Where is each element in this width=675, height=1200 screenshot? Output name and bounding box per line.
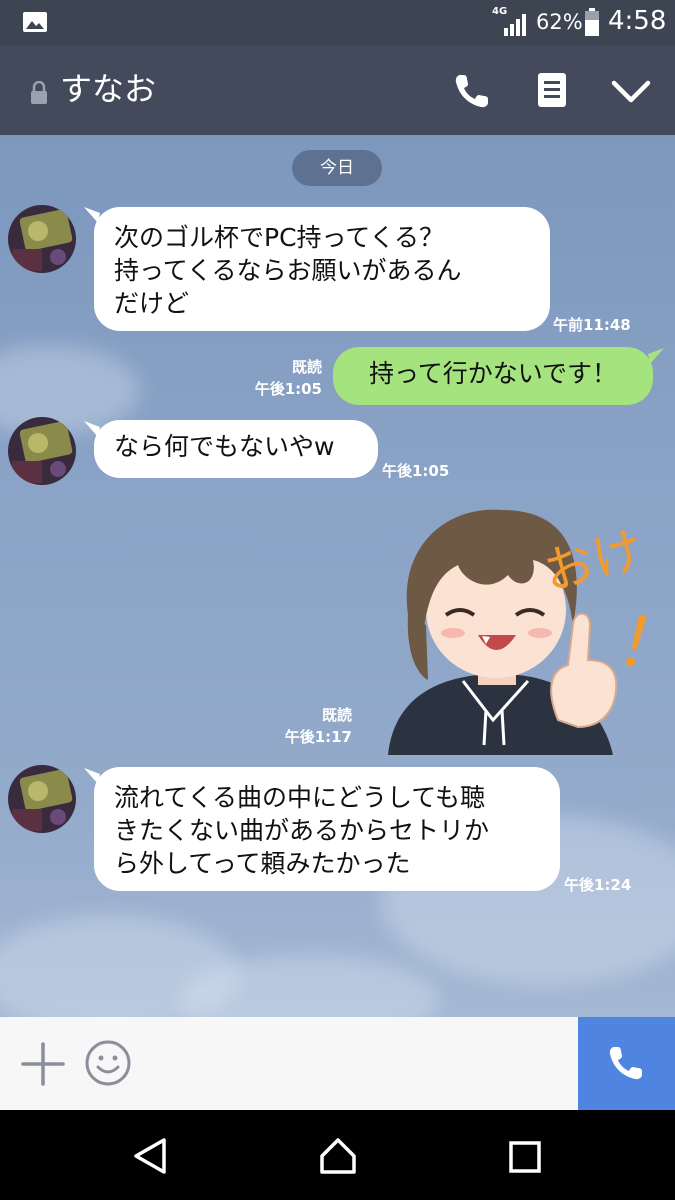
message-time: 午後1:05 bbox=[382, 462, 450, 480]
message-time: 午後1:24 bbox=[564, 876, 632, 894]
message-input-bar bbox=[0, 1017, 675, 1110]
avatar-image bbox=[8, 765, 76, 833]
avatar-image bbox=[8, 417, 76, 485]
message-time: 午後1:05 bbox=[254, 380, 322, 398]
call-button[interactable] bbox=[578, 1017, 675, 1110]
notes-icon[interactable] bbox=[535, 71, 569, 109]
call-icon[interactable] bbox=[452, 71, 492, 111]
recents-icon[interactable] bbox=[508, 1140, 542, 1174]
back-icon[interactable] bbox=[132, 1137, 168, 1175]
avatar-image bbox=[8, 205, 76, 273]
message-read-status: 既読 bbox=[291, 358, 322, 376]
message-bubble-incoming[interactable]: なら何でもないやw bbox=[94, 420, 378, 478]
sticker-thumbs-up-boy[interactable]: おけ ！ bbox=[368, 505, 658, 755]
signal-icon bbox=[504, 14, 526, 36]
clock: 4:58 bbox=[608, 6, 667, 36]
image-notification-icon bbox=[23, 12, 47, 32]
system-nav-bar bbox=[0, 1110, 675, 1200]
chat-area[interactable]: 今日 次のゴル杯でPC持ってくる？ 持ってくるならお願いがあるん だけど 午前1… bbox=[0, 135, 675, 1017]
battery-icon bbox=[585, 8, 599, 36]
message-bubble-incoming[interactable]: 次のゴル杯でPC持ってくる？ 持ってくるならお願いがあるん だけど bbox=[94, 207, 550, 331]
date-divider: 今日 bbox=[292, 150, 382, 186]
message-bubble-outgoing[interactable]: 持って行かないです！ bbox=[333, 347, 653, 405]
lock-icon bbox=[31, 81, 47, 104]
message-bubble-incoming[interactable]: 流れてくる曲の中にどうしても聴 きたくない曲があるからセトリか ら外してって頼み… bbox=[94, 767, 560, 891]
emoji-icon[interactable] bbox=[84, 1039, 132, 1087]
chevron-down-icon[interactable] bbox=[610, 75, 652, 109]
chat-title: すなお bbox=[60, 70, 157, 108]
message-read-status: 既読 bbox=[321, 706, 352, 724]
status-bar: 4G 62% 4:58 bbox=[0, 0, 675, 45]
home-icon[interactable] bbox=[318, 1136, 358, 1176]
avatar[interactable] bbox=[8, 765, 76, 833]
battery-percent: 62% bbox=[536, 10, 583, 34]
chat-header: すなお bbox=[0, 45, 675, 135]
message-time: 午後1:17 bbox=[284, 728, 352, 746]
avatar[interactable] bbox=[8, 205, 76, 273]
message-time: 午前11:48 bbox=[553, 316, 631, 334]
plus-icon[interactable] bbox=[20, 1041, 66, 1087]
call-icon bbox=[609, 1047, 642, 1080]
avatar[interactable] bbox=[8, 417, 76, 485]
bubble-tail bbox=[648, 348, 664, 364]
